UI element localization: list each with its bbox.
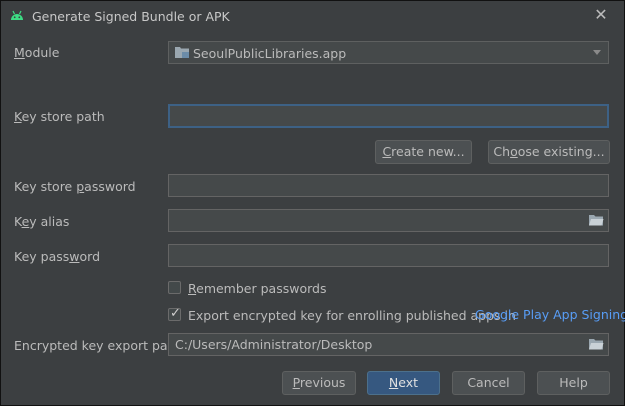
cancel-button[interactable]: Cancel (452, 371, 525, 395)
export-path-label: Encrypted key export path (14, 338, 181, 353)
chevron-down-icon (593, 50, 601, 55)
export-path-input[interactable]: C:/Users/Administrator/Desktop (168, 333, 609, 356)
dialog-window: Generate Signed Bundle or APK ✕ Module S… (0, 0, 625, 406)
folder-icon[interactable] (588, 213, 604, 227)
export-encrypted-checkbox[interactable]: ✓ (168, 306, 181, 321)
module-value: SeoulPublicLibraries.app (193, 46, 347, 61)
checkmark-icon: ✓ (170, 306, 181, 321)
create-new-button[interactable]: Create new... (375, 140, 472, 164)
key-store-password-input[interactable] (168, 174, 609, 197)
next-button[interactable]: Next (367, 371, 440, 395)
folder-icon[interactable] (588, 337, 604, 351)
remember-passwords-checkbox[interactable] (168, 281, 181, 294)
help-button[interactable]: Help (537, 371, 610, 395)
module-label: Module (14, 45, 60, 60)
key-alias-input[interactable] (168, 209, 609, 232)
module-select[interactable]: SeoulPublicLibraries.app (168, 41, 609, 64)
android-icon (11, 10, 23, 20)
google-play-app-signing-link[interactable]: Google Play App Signing (475, 307, 625, 322)
key-store-path-label: Key store path (14, 109, 105, 124)
key-store-path-input[interactable] (168, 104, 609, 128)
export-encrypted-label: Export encrypted key for enrolling publi… (188, 308, 516, 323)
key-alias-label: Key alias (14, 214, 70, 229)
previous-button[interactable]: Previous (282, 371, 356, 395)
window-title: Generate Signed Bundle or APK (32, 9, 230, 24)
export-path-value: C:/Users/Administrator/Desktop (175, 337, 373, 352)
key-password-label: Key password (14, 249, 101, 264)
remember-passwords-label: Remember passwords (188, 281, 327, 296)
title-bar: Generate Signed Bundle or APK ✕ (1, 1, 624, 31)
key-password-input[interactable] (168, 244, 609, 267)
close-icon[interactable]: ✕ (592, 6, 610, 24)
module-folder-icon (175, 47, 189, 58)
choose-existing-button[interactable]: Choose existing... (488, 140, 610, 164)
key-store-password-label: Key store password (14, 179, 136, 194)
